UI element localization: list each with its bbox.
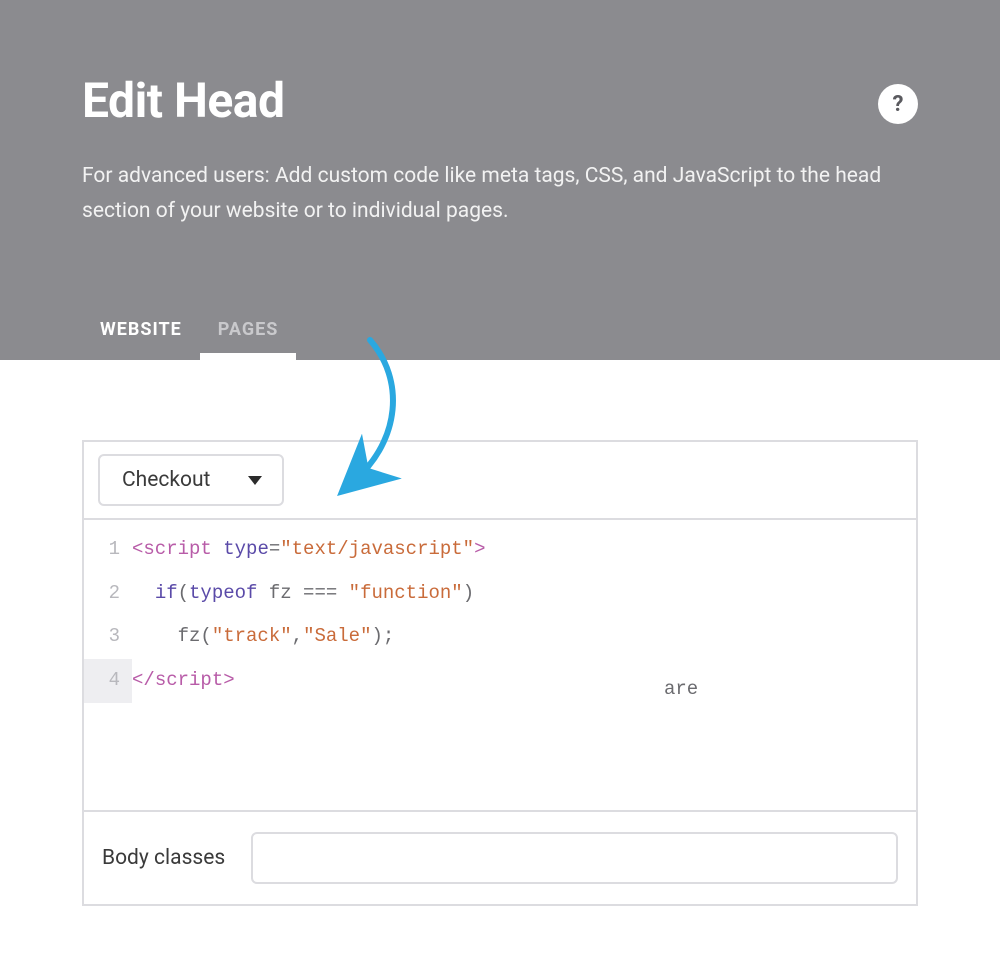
line-number: 2 (84, 572, 132, 616)
header: Edit Head For advanced users: Add custom… (0, 0, 1000, 360)
page-title: Edit Head (82, 72, 918, 129)
code-line[interactable]: 3 fz("track","Sale"); (84, 615, 916, 659)
content-area: Checkout are 1<script type="text/javascr… (0, 360, 1000, 906)
dropdown-selected-label: Checkout (122, 468, 210, 492)
code-content[interactable]: </script> (132, 659, 235, 703)
code-editor[interactable]: are 1<script type="text/javascript">2 if… (84, 520, 916, 810)
panel-toolbar: Checkout (84, 442, 916, 520)
code-content[interactable]: if(typeof fz === "function") (132, 572, 474, 616)
body-classes-label: Body classes (102, 846, 225, 870)
help-button[interactable]: ? (878, 84, 918, 124)
code-content[interactable]: fz("track","Sale"); (132, 615, 394, 659)
tab-website[interactable]: WEBSITE (82, 305, 200, 360)
tab-pages[interactable]: PAGES (200, 305, 297, 360)
line-number: 4 (84, 659, 132, 703)
editor-panel: Checkout are 1<script type="text/javascr… (82, 440, 918, 906)
page-select-dropdown[interactable]: Checkout (98, 454, 284, 506)
help-icon: ? (893, 92, 904, 117)
code-content[interactable]: <script type="text/javascript"> (132, 528, 486, 572)
body-classes-row: Body classes (84, 810, 916, 904)
code-line[interactable]: 4</script> (84, 659, 916, 703)
body-classes-input[interactable] (251, 832, 898, 884)
code-line[interactable]: 2 if(typeof fz === "function") (84, 572, 916, 616)
page-subtitle: For advanced users: Add custom code like… (82, 159, 892, 228)
line-number: 1 (84, 528, 132, 572)
tabs: WEBSITE PAGES (82, 305, 296, 360)
caret-down-icon (248, 476, 262, 485)
line-number: 3 (84, 615, 132, 659)
code-line[interactable]: 1<script type="text/javascript"> (84, 528, 916, 572)
stray-text: are (664, 668, 698, 712)
